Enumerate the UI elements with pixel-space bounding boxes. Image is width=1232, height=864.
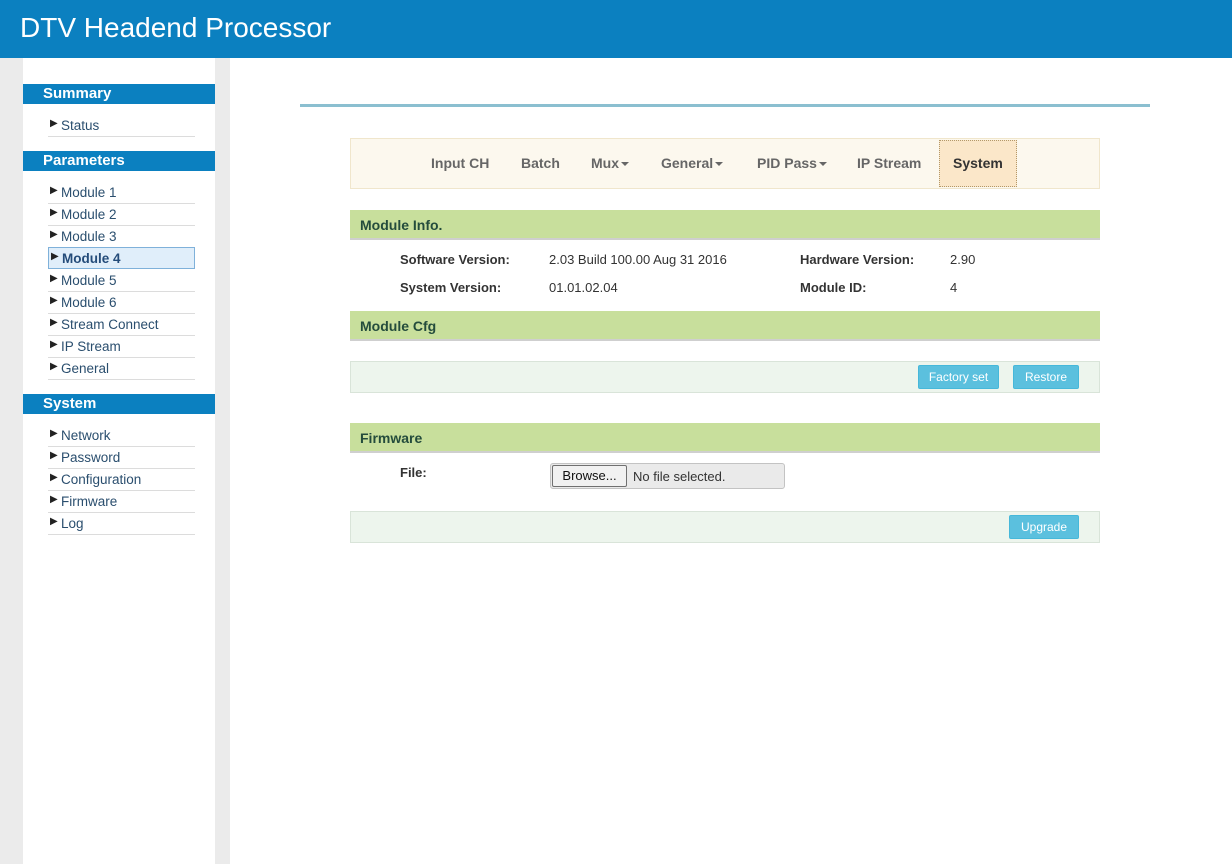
triangle-right-icon: ▶ bbox=[50, 428, 58, 439]
triangle-right-icon: ▶ bbox=[50, 494, 58, 505]
system-version-label: System Version: bbox=[400, 280, 502, 295]
hardware-version-label: Hardware Version: bbox=[800, 252, 915, 267]
file-label: File: bbox=[400, 465, 427, 480]
top-divider bbox=[300, 104, 1150, 107]
sidebar-heading-summary: Summary bbox=[23, 84, 215, 104]
firmware-actions: Upgrade bbox=[350, 511, 1100, 543]
triangle-right-icon: ▶ bbox=[50, 273, 58, 284]
restore-button[interactable]: Restore bbox=[1013, 365, 1079, 389]
software-version-value: 2.03 Build 100.00 Aug 31 2016 bbox=[549, 252, 727, 267]
sidebar-item-module-3[interactable]: ▶ Module 3 bbox=[48, 226, 195, 248]
sidebar-item-log[interactable]: ▶ Log bbox=[48, 513, 195, 535]
nav-mux[interactable]: Mux bbox=[591, 139, 629, 188]
triangle-right-icon: ▶ bbox=[50, 472, 58, 483]
caret-down-icon bbox=[818, 162, 827, 167]
main-content: Input CH Batch Mux General PID Pass IP S… bbox=[230, 58, 1232, 864]
module-id-label: Module ID: bbox=[800, 280, 867, 295]
sidebar-heading-system: System bbox=[23, 394, 215, 414]
app-title: DTV Headend Processor bbox=[20, 12, 332, 43]
triangle-right-icon: ▶ bbox=[50, 229, 58, 240]
sidebar-item-module-4[interactable]: ▶ Module 4 bbox=[48, 247, 195, 269]
sidebar-item-module-2[interactable]: ▶ Module 2 bbox=[48, 204, 195, 226]
upgrade-button[interactable]: Upgrade bbox=[1009, 515, 1079, 539]
hardware-version-value: 2.90 bbox=[950, 252, 976, 267]
sidebar: Summary ▶ Status Parameters ▶ Module 1 ▶ Mo… bbox=[23, 58, 215, 864]
software-version-label: Software Version: bbox=[400, 252, 510, 267]
sidebar-item-module-1[interactable]: ▶ Module 1 bbox=[48, 182, 195, 204]
nav-input-ch[interactable]: Input CH bbox=[431, 139, 489, 188]
sidebar-item-module-5[interactable]: ▶ Module 5 bbox=[48, 270, 195, 292]
triangle-right-icon: ▶ bbox=[50, 207, 58, 218]
caret-down-icon bbox=[621, 162, 629, 167]
module-id-value: 4 bbox=[950, 280, 958, 295]
app-header: DTV Headend Processor bbox=[0, 0, 1232, 58]
triangle-right-icon: ▶ bbox=[50, 185, 58, 196]
nav-general[interactable]: General bbox=[661, 139, 724, 188]
file-input[interactable]: Browse... No file selected. bbox=[550, 463, 785, 489]
no-file-text: No file selected. bbox=[633, 469, 726, 484]
sidebar-gutter bbox=[215, 58, 230, 864]
triangle-right-icon: ▶ bbox=[50, 450, 58, 461]
triangle-right-icon: ▶ bbox=[50, 118, 58, 129]
sidebar-item-module-6[interactable]: ▶ Module 6 bbox=[48, 292, 195, 314]
section-module-cfg: Module Cfg bbox=[350, 311, 1100, 341]
sidebar-item-stream-connect[interactable]: ▶ Stream Connect bbox=[48, 314, 195, 336]
triangle-right-icon: ▶ bbox=[51, 251, 59, 262]
sidebar-item-network[interactable]: ▶ Network bbox=[48, 425, 195, 447]
nav-batch[interactable]: Batch bbox=[521, 139, 560, 188]
sidebar-item-firmware[interactable]: ▶ Firmware bbox=[48, 491, 195, 513]
top-nav: Input CH Batch Mux General PID Pass IP S… bbox=[350, 138, 1100, 189]
system-version-value: 01.01.02.04 bbox=[549, 280, 618, 295]
browse-button[interactable]: Browse... bbox=[552, 465, 627, 487]
sidebar-item-ip-stream[interactable]: ▶ IP Stream bbox=[48, 336, 195, 358]
module-cfg-actions: Factory set Restore bbox=[350, 361, 1100, 393]
sidebar-item-general[interactable]: ▶ General bbox=[48, 358, 195, 380]
sidebar-item-password[interactable]: ▶ Password bbox=[48, 447, 195, 469]
triangle-right-icon: ▶ bbox=[50, 516, 58, 527]
triangle-right-icon: ▶ bbox=[50, 317, 58, 328]
section-firmware: Firmware bbox=[350, 423, 1100, 453]
nav-ip-stream[interactable]: IP Stream bbox=[857, 139, 921, 188]
caret-down-icon bbox=[715, 162, 724, 167]
nav-pid-pass[interactable]: PID Pass bbox=[757, 139, 827, 188]
triangle-right-icon: ▶ bbox=[50, 339, 58, 350]
triangle-right-icon: ▶ bbox=[50, 295, 58, 306]
triangle-right-icon: ▶ bbox=[50, 361, 58, 372]
nav-system[interactable]: System bbox=[939, 140, 1017, 187]
sidebar-heading-parameters: Parameters bbox=[23, 151, 215, 171]
sidebar-item-configuration[interactable]: ▶ Configuration bbox=[48, 469, 195, 491]
sidebar-item-status[interactable]: ▶ Status bbox=[48, 115, 195, 137]
section-module-info: Module Info. bbox=[350, 210, 1100, 240]
factory-set-button[interactable]: Factory set bbox=[918, 365, 999, 389]
